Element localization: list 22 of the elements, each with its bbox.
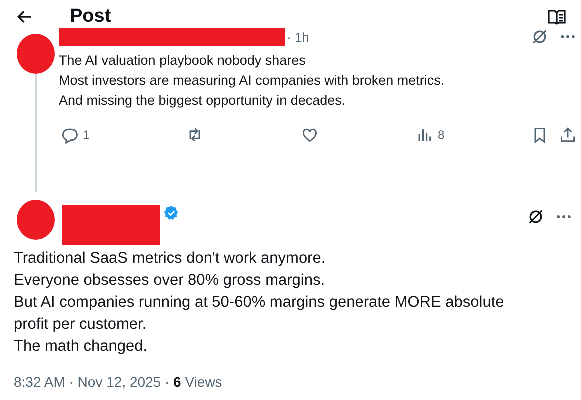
- book-icon[interactable]: [547, 7, 567, 27]
- comment-icon[interactable]: [61, 126, 79, 144]
- post-text-line: Most investors are measuring AI companies with broken metrics.: [59, 72, 446, 90]
- post-text-line: But AI companies running at 50-60% margins generate MORE absolute: [14, 293, 506, 313]
- back-arrow-icon[interactable]: [16, 8, 34, 26]
- page-title: Post: [70, 6, 112, 28]
- slashed-circle-icon[interactable]: [531, 28, 549, 46]
- avatar[interactable]: [17, 200, 55, 240]
- slashed-circle-icon[interactable]: [527, 208, 545, 226]
- heart-icon[interactable]: [301, 126, 319, 144]
- post-text-line: profit per customer.: [14, 315, 148, 335]
- post-text-line: Traditional SaaS metrics don't work anymore.: [14, 249, 327, 269]
- share-icon[interactable]: [559, 126, 577, 144]
- post-text-line: And missing the biggest opportunity in decades.: [59, 92, 347, 110]
- action-count: 8: [438, 128, 445, 142]
- post-timestamp: 8:32 AM · Nov 12, 2025 · 6 Views: [14, 374, 224, 390]
- action-count: 1: [83, 128, 90, 142]
- post-text-line: The AI valuation playbook nobody shares: [59, 52, 307, 70]
- avatar[interactable]: [17, 34, 55, 74]
- post-text-line: The math changed.: [14, 337, 149, 357]
- post-time: · 1h: [287, 30, 310, 44]
- post-text-line: Everyone obsesses over 80% gross margins.: [14, 271, 326, 291]
